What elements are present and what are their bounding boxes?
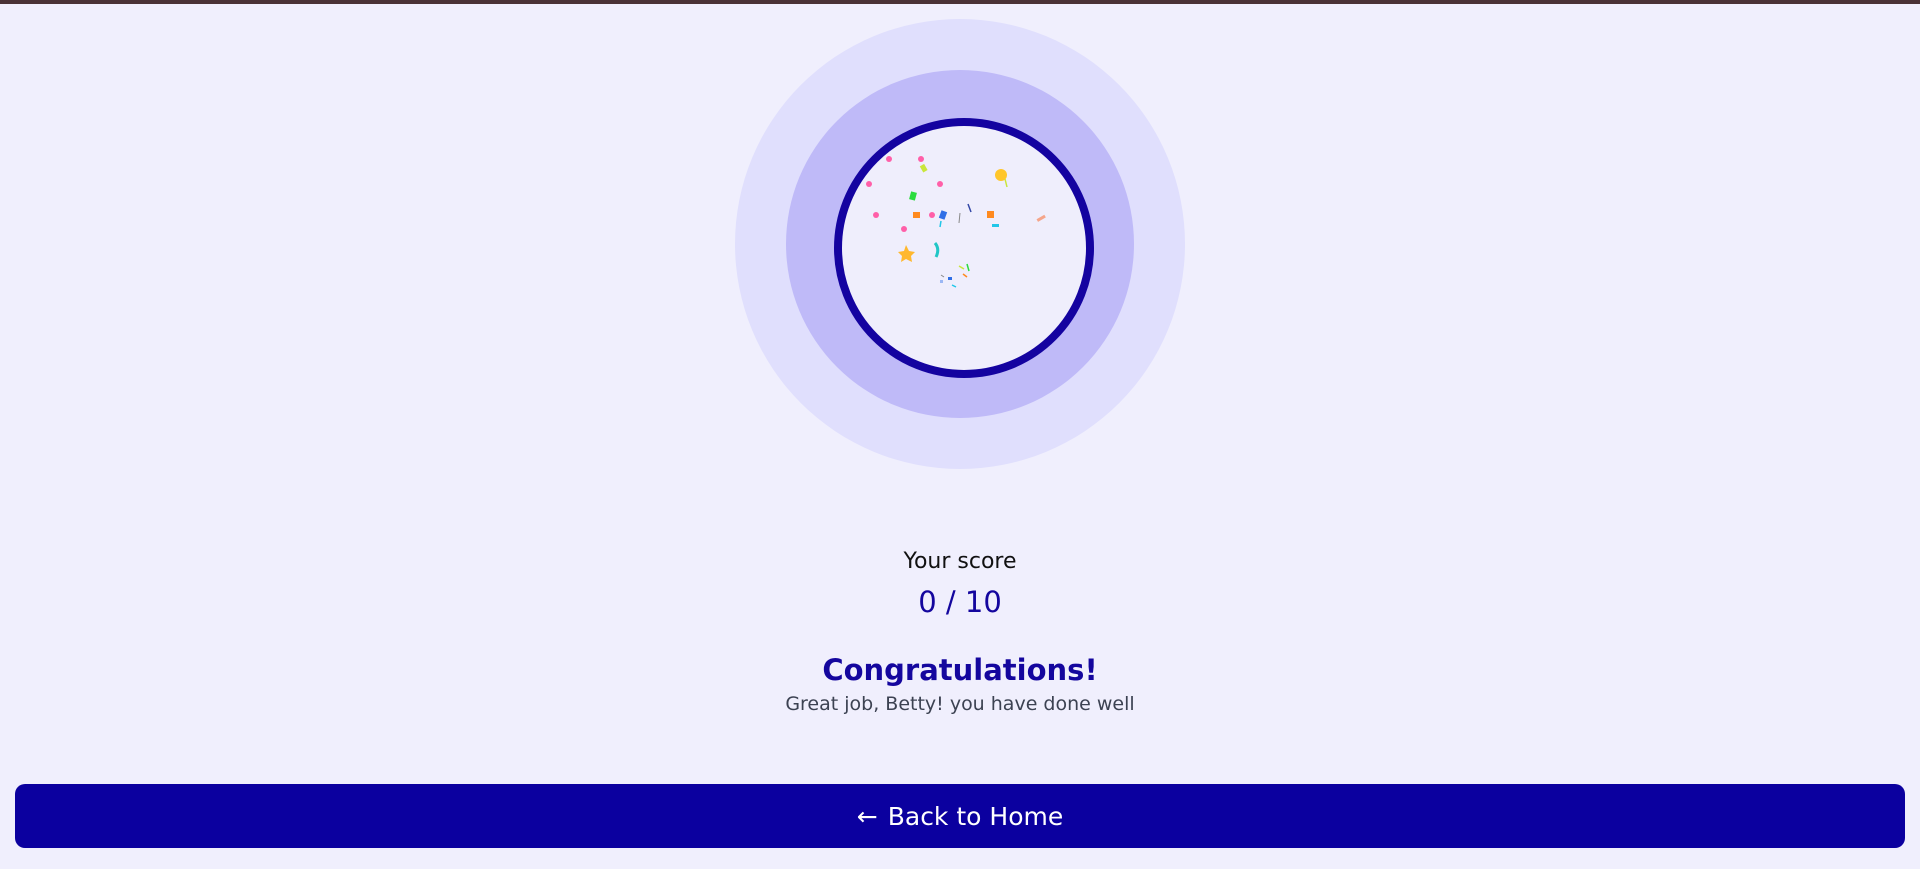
inner-ring xyxy=(834,118,1094,378)
congratulations-message: Great job, Betty! you have done well xyxy=(785,693,1135,715)
score-label: Your score xyxy=(903,549,1017,574)
arrow-left-icon: ← xyxy=(856,801,878,831)
top-bar xyxy=(0,0,1920,4)
celebration-rings xyxy=(735,19,1185,469)
score-value: 0 / 10 xyxy=(918,585,1002,619)
congratulations-title: Congratulations! xyxy=(822,653,1098,687)
back-to-home-button[interactable]: ← Back to Home xyxy=(15,784,1905,848)
back-to-home-label: Back to Home xyxy=(887,801,1064,831)
